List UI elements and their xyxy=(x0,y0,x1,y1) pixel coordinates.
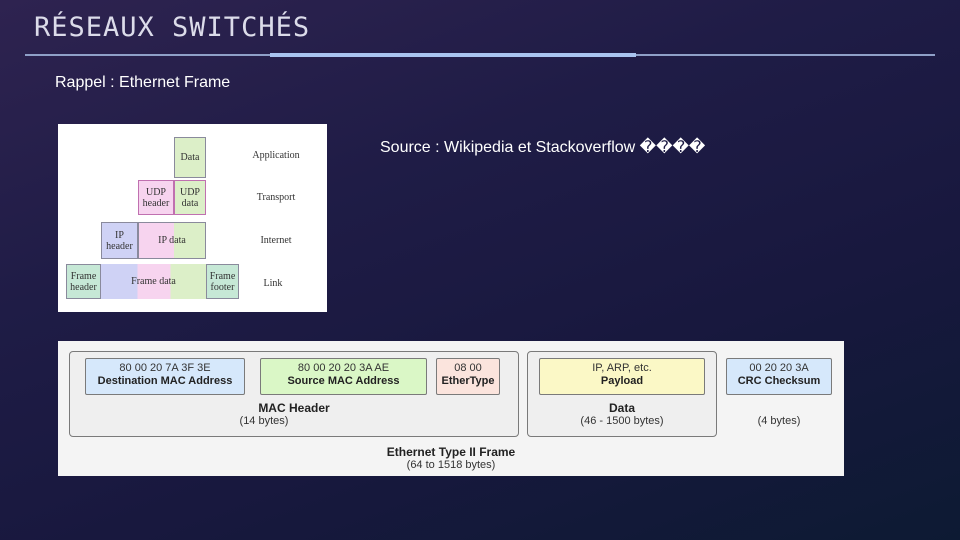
data-cell: Data xyxy=(174,137,206,178)
frame-title: Ethernet Type II Frame xyxy=(386,445,516,459)
crc-size: (4 bytes) xyxy=(757,415,801,427)
destination-mac-field: 80 00 20 7A 3F 3E Destination MAC Addres… xyxy=(85,358,245,395)
destination-mac-label: Destination MAC Address xyxy=(97,375,233,387)
mac-header-title: MAC Header xyxy=(258,401,330,415)
slide-subtitle: Rappel : Ethernet Frame xyxy=(55,74,231,91)
layer-label-transport: Transport xyxy=(256,192,296,203)
ethertype-field: 08 00 EtherType xyxy=(436,358,500,395)
payload-hex: IP, ARP, etc. xyxy=(592,362,652,374)
data-size: (46 - 1500 bytes) xyxy=(580,415,664,427)
frame-size: (64 to 1518 bytes) xyxy=(406,459,496,471)
source-note: Source : Wikipedia et Stackoverflow ���� xyxy=(380,139,706,156)
ip-data-cell: IP data xyxy=(138,222,206,259)
ip-header-cell: IP header xyxy=(101,222,138,259)
ethertype-label: EtherType xyxy=(441,375,495,387)
layer-label-application: Application xyxy=(252,150,300,161)
slide-title: RÉSEAUX SWITCHÉS xyxy=(34,12,311,43)
frame-data-cell: Frame data xyxy=(101,264,206,299)
encapsulation-diagram: Data UDP header UDP data IP header IP da… xyxy=(58,124,327,312)
source-mac-label: Source MAC Address xyxy=(287,375,400,387)
crc-field: 00 20 20 3A CRC Checksum xyxy=(726,358,832,395)
udp-data-cell: UDP data xyxy=(174,180,206,215)
source-mac-hex: 80 00 20 20 3A AE xyxy=(297,362,390,374)
frame-header-cell: Frame header xyxy=(66,264,101,299)
ethertype-hex: 08 00 xyxy=(454,362,482,374)
layer-label-link: Link xyxy=(263,278,283,289)
data-title: Data xyxy=(608,401,635,415)
layer-label-internet: Internet xyxy=(260,235,292,246)
payload-label: Payload xyxy=(600,375,644,387)
payload-field: IP, ARP, etc. Payload xyxy=(539,358,705,395)
source-mac-field: 80 00 20 20 3A AE Source MAC Address xyxy=(260,358,427,395)
title-underline-accent xyxy=(270,53,636,57)
crc-hex: 00 20 20 3A xyxy=(749,362,809,374)
udp-header-cell: UDP header xyxy=(138,180,174,215)
mac-header-size: (14 bytes) xyxy=(239,415,289,427)
frame-footer-cell: Frame footer xyxy=(206,264,239,299)
destination-mac-hex: 80 00 20 7A 3F 3E xyxy=(119,362,211,374)
crc-label: CRC Checksum xyxy=(737,375,821,387)
ethernet-frame-diagram: 80 00 20 7A 3F 3E Destination MAC Addres… xyxy=(58,341,844,476)
